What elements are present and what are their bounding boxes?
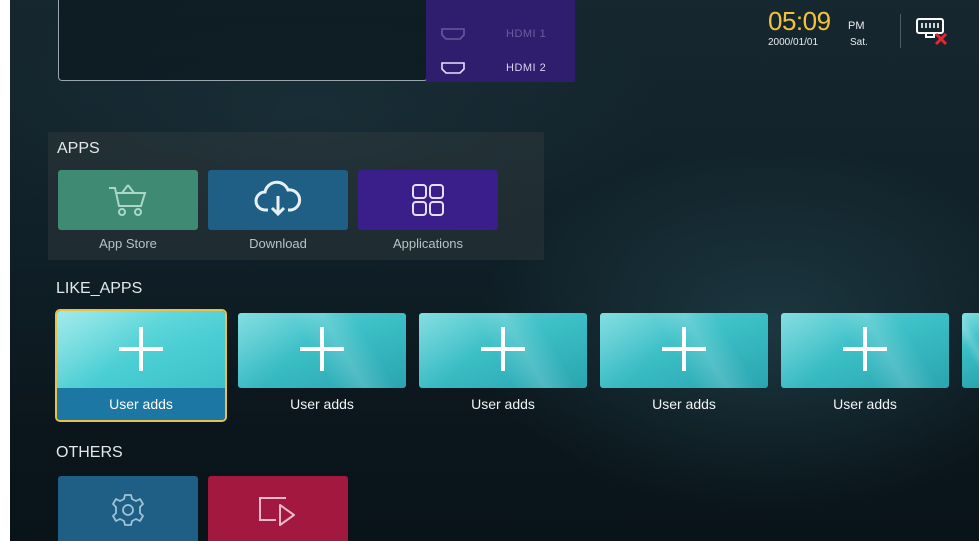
media-input-tile[interactable] (208, 476, 348, 541)
like-app-label-5: User adds (833, 396, 897, 412)
clock-date: 2000/01/01 (768, 37, 819, 48)
gear-icon (112, 494, 144, 526)
shopping-cart-icon (109, 184, 147, 216)
clock-day: Sat. (850, 37, 868, 48)
settings-tile[interactable] (58, 476, 198, 541)
like-app-tile-partial[interactable] (962, 313, 979, 388)
clock-time: 05:09 (768, 6, 831, 36)
others-section-title: OTHERS (56, 444, 123, 461)
clock-widget: 05:09 PM 2000/01/01 Sat. (768, 6, 928, 56)
clock-ampm: PM (848, 20, 865, 32)
plus-icon (300, 327, 344, 371)
like-app-label-1: User adds (109, 396, 173, 412)
app-store-label: App Store (99, 236, 157, 251)
plus-icon (843, 327, 887, 371)
download-label: Download (249, 236, 307, 251)
launcher-screen: HDMI 1 HDMI 2 05:09 PM 2000/01/01 Sat. A… (10, 0, 979, 541)
app-grid-icon (412, 184, 444, 216)
plus-icon (119, 327, 163, 371)
hdmi-port-icon (441, 28, 465, 40)
apps-section-title: APPS (57, 140, 100, 157)
hdmi-port-icon (441, 62, 465, 74)
source-item-hdmi1[interactable]: HDMI 1 (426, 22, 575, 48)
plus-icon (481, 327, 525, 371)
like-app-label-3: User adds (471, 396, 535, 412)
plus-icon (662, 327, 706, 371)
source-preview-window[interactable] (58, 0, 428, 81)
like-app-tile-3[interactable] (419, 313, 587, 388)
like-app-tile-4[interactable] (600, 313, 768, 388)
like-app-label-2: User adds (290, 396, 354, 412)
apps-panel: APPS App Store Download Applications (48, 132, 544, 260)
status-divider (900, 14, 901, 48)
cloud-download-icon (254, 180, 302, 217)
like-app-tile-2[interactable] (238, 313, 406, 388)
source-label: HDMI 1 (506, 28, 547, 40)
like-app-tile-5[interactable] (781, 313, 949, 388)
ethernet-disconnected-icon (916, 18, 948, 46)
applications-tile[interactable] (358, 170, 498, 230)
app-store-tile[interactable] (58, 170, 198, 230)
input-source-list: HDMI 1 HDMI 2 (426, 0, 575, 82)
video-input-icon (259, 497, 295, 526)
download-tile[interactable] (208, 170, 348, 230)
like-apps-section-title: LIKE_APPS (56, 280, 143, 297)
source-label: HDMI 2 (506, 62, 547, 74)
like-app-label-4: User adds (652, 396, 716, 412)
source-item-hdmi2[interactable]: HDMI 2 (426, 56, 575, 82)
like-app-tile-1[interactable]: User adds (57, 311, 225, 420)
applications-label: Applications (392, 236, 464, 251)
